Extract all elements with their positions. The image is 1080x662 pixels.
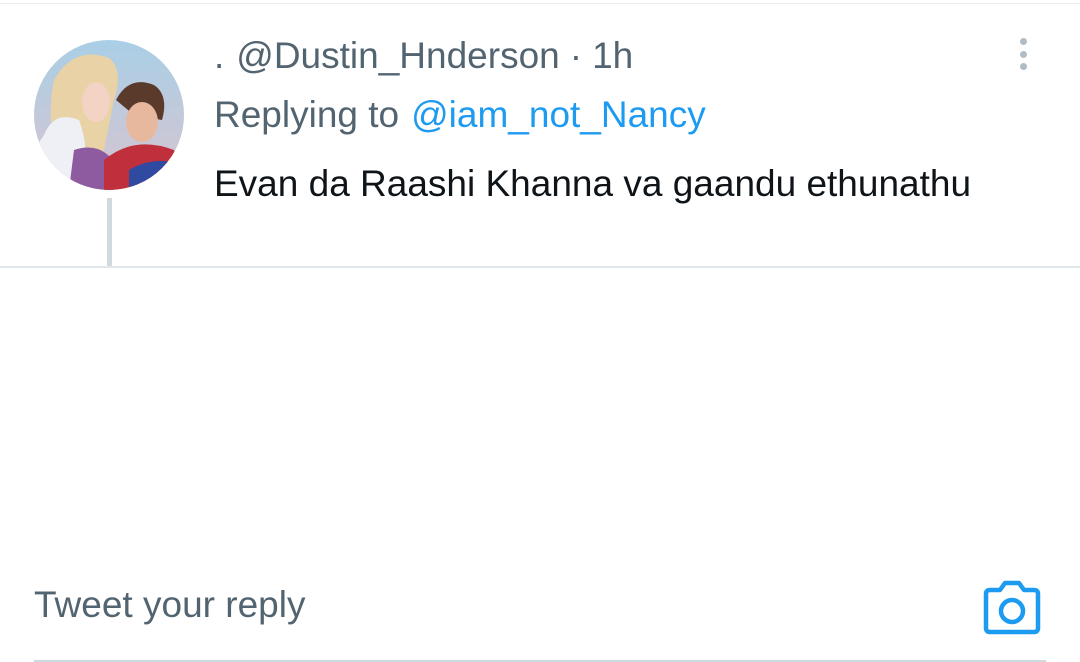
tweet-text: Evan da Raashi Khanna va gaandu ethunath…	[214, 163, 972, 204]
more-vertical-icon	[1019, 50, 1027, 58]
replying-to-mention[interactable]: @iam_not_Nancy	[411, 94, 706, 136]
more-vertical-icon	[1019, 38, 1027, 45]
display-name[interactable]: .	[214, 35, 224, 77]
user-avatar[interactable]	[34, 40, 184, 190]
more-options-button[interactable]	[1008, 34, 1038, 74]
thread-line	[107, 198, 112, 268]
separator: ·	[569, 35, 583, 76]
tweet-header: . @Dustin_Hnderson · 1h	[214, 34, 633, 78]
reply-bar	[0, 268, 1080, 662]
user-handle[interactable]: @Dustin_Hnderson	[236, 35, 559, 77]
timestamp[interactable]: 1h	[592, 35, 633, 77]
tweet[interactable]: . @Dustin_Hnderson · 1h Replying to @iam…	[0, 0, 1080, 268]
avatar-image	[34, 40, 184, 190]
replying-to: Replying to @iam_not_Nancy	[214, 92, 706, 138]
reply-input[interactable]	[34, 580, 934, 630]
more-vertical-icon	[1019, 63, 1027, 70]
replying-to-label: Replying to	[214, 94, 400, 135]
camera-button[interactable]	[980, 580, 1044, 636]
camera-icon	[983, 580, 1041, 635]
